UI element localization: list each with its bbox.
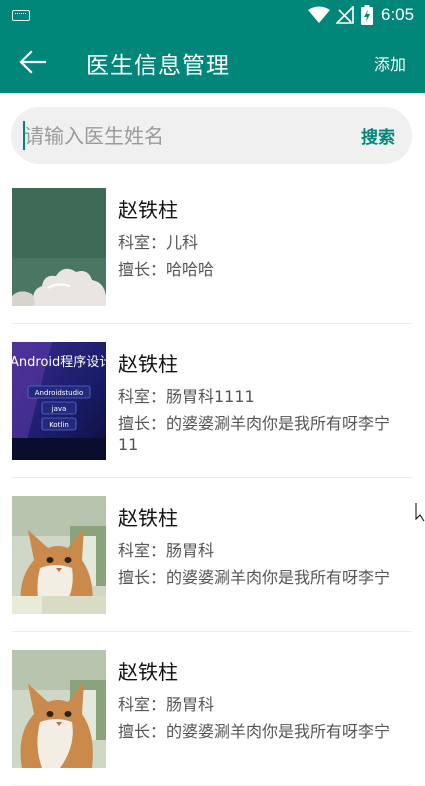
doctor-list-item[interactable]: 赵铁柱 科室：儿科 擅长：哈哈哈	[12, 170, 412, 324]
doctor-photo	[12, 496, 106, 614]
doctor-photo: Android程序设计 Androidstudio java Kotlin	[12, 342, 106, 460]
app-bar: 医生信息管理 添加	[0, 30, 425, 93]
search-button[interactable]: 搜索	[361, 123, 395, 148]
battery-charging-icon	[361, 5, 373, 25]
android-course-photo-icon: Android程序设计 Androidstudio java Kotlin	[12, 342, 106, 460]
cat-photo-icon	[12, 496, 106, 614]
wifi-icon	[308, 6, 330, 23]
status-bar: 6:05	[0, 0, 425, 30]
doctor-department: 科室：肠胃科	[118, 695, 215, 714]
photo-badge-text: Androidstudio	[35, 389, 84, 397]
doctor-name: 赵铁柱	[118, 660, 178, 684]
doctor-photo	[12, 650, 106, 768]
cat-photo-icon	[12, 650, 106, 768]
search-input[interactable]	[24, 121, 344, 151]
back-arrow-icon[interactable]	[18, 48, 48, 76]
doctor-specialty: 擅长：的婆婆涮羊肉你是我所有呀李宁	[118, 722, 391, 741]
photo-badge-text: Kotlin	[49, 421, 69, 429]
cloud-photo-icon	[12, 188, 106, 306]
doctor-specialty: 擅长：哈哈哈	[118, 260, 215, 279]
search-bar: 搜索	[11, 107, 412, 164]
doctor-department: 科室：肠胃科	[118, 541, 215, 560]
doctor-list-item[interactable]: 赵铁柱 科室：肠胃科 擅长：的婆婆涮羊肉你是我所有呀李宁	[12, 632, 412, 786]
photo-title-text: Android程序设计	[12, 355, 106, 370]
doctor-name: 赵铁柱	[118, 506, 178, 530]
signal-icon	[336, 6, 354, 24]
doctor-department: 科室：肠胃科1111	[118, 387, 255, 406]
doctor-name: 赵铁柱	[118, 352, 178, 376]
status-time: 6:05	[381, 5, 415, 24]
photo-badge-text: java	[51, 405, 67, 413]
page-title: 医生信息管理	[86, 53, 230, 79]
doctor-department: 科室：儿科	[118, 233, 199, 252]
doctor-specialty: 擅长：的婆婆涮羊肉你是我所有呀李宁	[118, 568, 391, 587]
doctor-name: 赵铁柱	[118, 198, 178, 222]
add-button[interactable]: 添加	[374, 51, 406, 75]
doctor-list-item[interactable]: 赵铁柱 科室：肠胃科 擅长：的婆婆涮羊肉你是我所有呀李宁	[12, 478, 412, 632]
doctor-specialty: 擅长：的婆婆涮羊肉你是我所有呀李宁11	[118, 414, 391, 454]
keyboard-icon	[12, 10, 30, 21]
doctor-photo	[12, 188, 106, 306]
doctor-list-item[interactable]: Android程序设计 Androidstudio java Kotlin 赵铁…	[12, 324, 412, 478]
mouse-cursor-icon	[415, 503, 425, 522]
